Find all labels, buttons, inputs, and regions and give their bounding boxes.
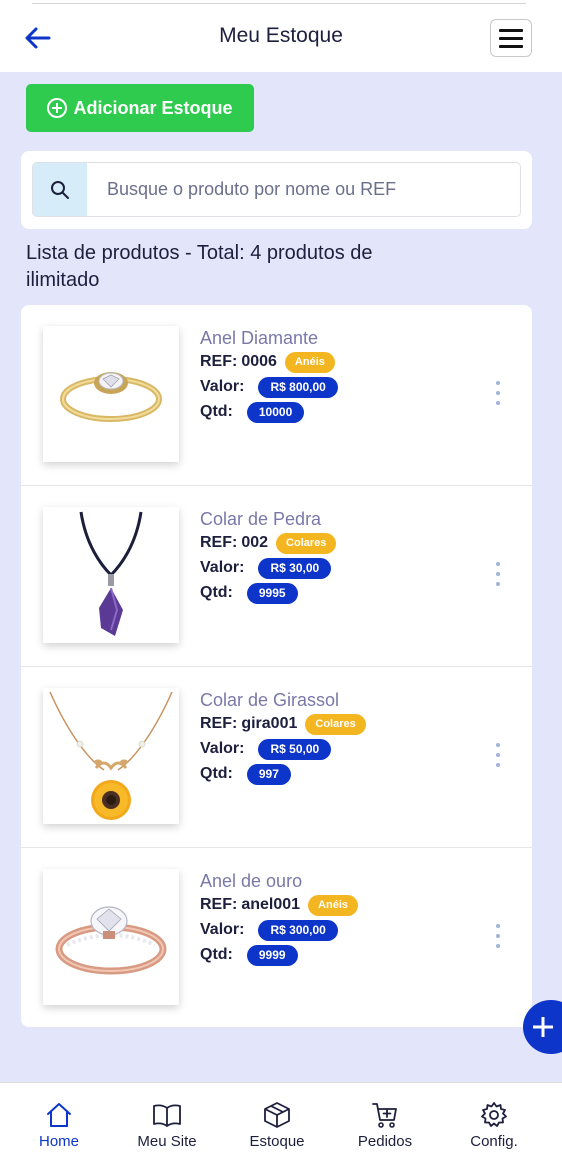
- qty-badge: 10000: [246, 401, 305, 423]
- dot: [496, 562, 500, 566]
- gear-icon: [481, 1102, 507, 1127]
- product-row: Anel de ouro REF: anel001 Anéis Valor: R…: [21, 848, 532, 1027]
- nav-label: Pedidos: [357, 1133, 413, 1150]
- dot: [496, 381, 500, 385]
- dot: [496, 582, 500, 586]
- dot: [496, 753, 500, 757]
- price-label: Valor:: [200, 740, 245, 757]
- product-image[interactable]: [43, 507, 179, 643]
- ref-value: anel001: [241, 896, 301, 913]
- nav-label: Estoque: [249, 1133, 305, 1150]
- necklace-sunflower-image: [49, 691, 173, 820]
- dot: [496, 944, 500, 948]
- ring-gold-image: [55, 906, 167, 975]
- qty-badge: 9999: [246, 944, 298, 966]
- ref-value: 002: [241, 534, 269, 551]
- price-badge: R$ 300,00: [258, 919, 338, 941]
- necklace-stone-image: [79, 511, 143, 636]
- product-info: Colar de Pedra REF: 002 Colares Valor: R…: [200, 508, 337, 605]
- product-list-title: Lista de produtos - Total: 4 produtos de…: [26, 242, 373, 291]
- bottom-navigation: Home Meu Site Estoque Pedidos Config.: [0, 1082, 562, 1167]
- price-label: Valor:: [200, 559, 245, 576]
- product-name: Anel de ouro: [200, 871, 303, 891]
- dot: [496, 391, 500, 395]
- nav-item-estoque[interactable]: Estoque: [236, 1083, 318, 1167]
- home-icon: [47, 1103, 71, 1127]
- category-badge: Colares: [305, 713, 366, 735]
- products-card: Anel Diamante REF: 0006 Anéis Valor: R$ …: [21, 305, 532, 1027]
- search-box: [32, 162, 521, 217]
- product-info: Anel Diamante REF: 0006 Anéis Valor: R$ …: [200, 327, 338, 424]
- hamburger-line: [499, 36, 523, 40]
- price-badge: R$ 50,00: [258, 738, 332, 760]
- qty-label: Qtd:: [200, 584, 233, 601]
- nav-label: Home: [38, 1133, 79, 1150]
- product-row: Anel Diamante REF: 0006 Anéis Valor: R$ …: [21, 305, 532, 486]
- cart-icon: [372, 1103, 397, 1128]
- nav-label: Config.: [470, 1133, 518, 1150]
- ref-label: REF:: [200, 896, 238, 913]
- product-info: Colar de Girassol REF: gira001 Colares V…: [200, 689, 366, 786]
- app-header: Meu Estoque: [0, 0, 562, 72]
- price-badge: R$ 30,00: [258, 557, 332, 579]
- qty-label: Qtd:: [200, 765, 233, 782]
- nav-item-pedidos[interactable]: Pedidos: [344, 1083, 426, 1167]
- price-badge: R$ 800,00: [258, 376, 338, 398]
- price-label: Valor:: [200, 921, 245, 938]
- dot: [496, 743, 500, 747]
- dot: [496, 934, 500, 938]
- more-options-button[interactable]: [491, 562, 505, 586]
- product-image[interactable]: [43, 869, 179, 1005]
- product-name: Colar de Girassol: [200, 690, 340, 710]
- product-row: Colar de Pedra REF: 002 Colares Valor: R…: [21, 486, 532, 667]
- book-icon: [153, 1104, 181, 1127]
- category-badge: Colares: [276, 532, 337, 554]
- add-stock-label: Adicionar Estoque: [73, 97, 233, 118]
- page-title: Meu Estoque: [219, 24, 343, 47]
- search-icon: [51, 180, 69, 199]
- qty-badge: 997: [246, 763, 291, 785]
- search-button[interactable]: [33, 163, 87, 216]
- product-row: Colar de Girassol REF: gira001 Colares V…: [21, 667, 532, 848]
- nav-item-home[interactable]: Home: [18, 1083, 100, 1167]
- product-name: Anel Diamante: [200, 328, 319, 348]
- nav-item-config[interactable]: Config.: [453, 1083, 535, 1167]
- dot: [496, 924, 500, 928]
- qty-label: Qtd:: [200, 403, 233, 420]
- ref-value: gira001: [241, 715, 298, 732]
- product-info: Anel de ouro REF: anel001 Anéis Valor: R…: [200, 870, 359, 967]
- plus-circle-icon: [47, 98, 68, 118]
- ref-value: 0006: [241, 353, 277, 370]
- qty-label: Qtd:: [200, 946, 233, 963]
- header-divider: [32, 3, 526, 4]
- product-name: Colar de Pedra: [200, 509, 322, 529]
- more-options-button[interactable]: [491, 924, 505, 948]
- ref-label: REF:: [200, 353, 238, 370]
- hamburger-line: [499, 28, 523, 32]
- ref-label: REF:: [200, 715, 238, 732]
- price-label: Valor:: [200, 378, 245, 395]
- qty-badge: 9995: [246, 582, 298, 604]
- search-input[interactable]: [87, 163, 520, 216]
- category-badge: Anéis: [284, 351, 335, 373]
- search-card: [21, 151, 532, 229]
- product-image[interactable]: [43, 326, 179, 462]
- category-badge: Anéis: [308, 894, 359, 916]
- dot: [496, 401, 500, 405]
- ring-diamond-image: [60, 372, 162, 422]
- more-options-button[interactable]: [491, 743, 505, 767]
- hamburger-menu-button[interactable]: [490, 19, 532, 57]
- more-options-button[interactable]: [491, 381, 505, 405]
- dot: [496, 763, 500, 767]
- hamburger-line: [499, 44, 523, 48]
- plus-icon: [533, 1017, 553, 1037]
- dot: [496, 572, 500, 576]
- add-stock-button[interactable]: Adicionar Estoque: [26, 84, 254, 132]
- nav-label: Meu Site: [137, 1133, 197, 1150]
- box-icon: [264, 1102, 290, 1128]
- ref-label: REF:: [200, 534, 238, 551]
- product-image[interactable]: [43, 688, 179, 824]
- nav-item-meu-site[interactable]: Meu Site: [126, 1083, 208, 1167]
